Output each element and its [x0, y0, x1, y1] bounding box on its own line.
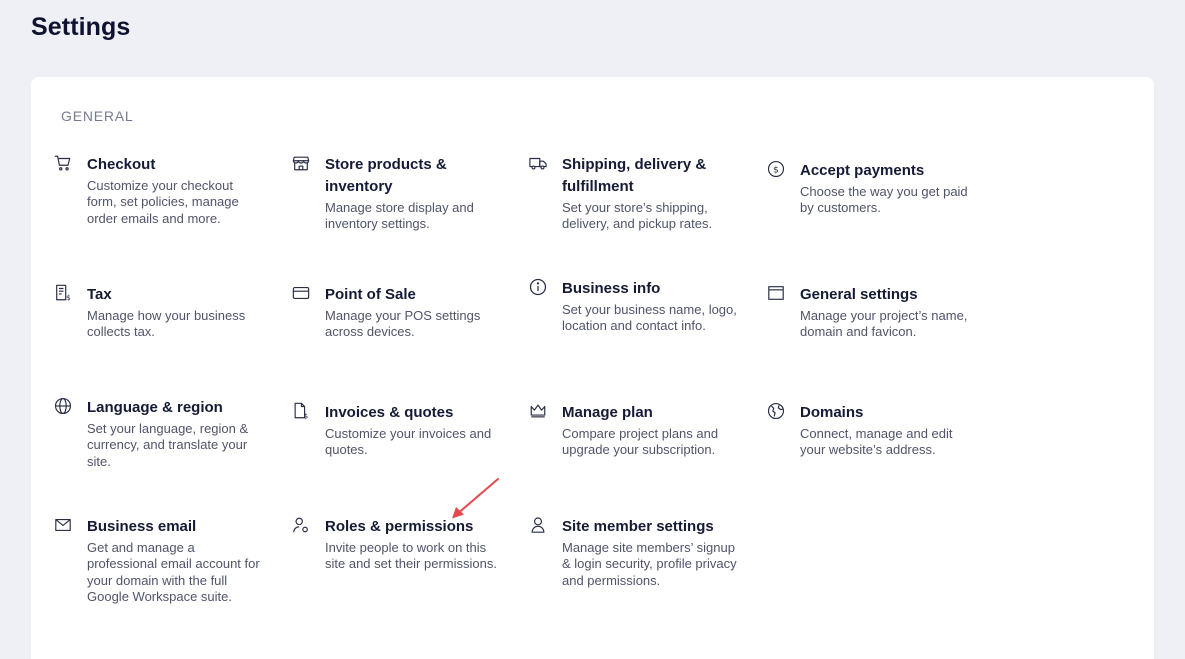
person-icon	[529, 516, 547, 534]
annotation-arrow-icon	[452, 478, 499, 519]
tile-title: Language & region	[87, 399, 223, 416]
tile-title: Invoices & quotes	[325, 404, 454, 421]
page-title: Settings	[31, 13, 131, 41]
info-circle-icon	[529, 278, 547, 296]
domain-globe-icon	[767, 402, 785, 420]
tile-description: Customize your checkout form, set polici…	[87, 178, 239, 226]
browser-window-icon	[767, 284, 785, 302]
tile-description: Connect, manage and edit your website’s …	[800, 426, 953, 458]
invoice-icon: $	[292, 402, 310, 420]
tile-description: Manage your POS settings across devices.	[325, 308, 481, 340]
tile-title: Business info	[562, 280, 661, 297]
svg-text:$: $	[66, 293, 71, 302]
tile-description: Set your store’s shipping, delivery, and…	[562, 200, 713, 232]
tile-title: Point of Sale	[325, 286, 416, 303]
svg-text:$: $	[773, 166, 779, 176]
envelope-icon	[54, 516, 72, 534]
general-settings-card: GENERAL Checkout Customize your checkout…	[31, 77, 1154, 659]
tile-description: Compare project plans and upgrade your s…	[562, 426, 719, 458]
tile-description: Manage site members’ signup & login secu…	[562, 540, 737, 588]
settings-page: Settings GENERAL Checkout Customize your…	[0, 0, 1185, 659]
tile-title: Accept payments	[800, 162, 925, 179]
tile-title: Domains	[800, 404, 864, 421]
tile-title: Checkout	[87, 156, 156, 173]
dollar-circle-icon: $	[767, 160, 785, 178]
cart-icon	[54, 154, 72, 172]
tile-title: Store products & inventory	[325, 156, 447, 195]
tile-description: Get and manage a professional email acco…	[87, 540, 260, 604]
truck-icon	[529, 154, 547, 172]
tile-description: Set your business name, logo, location a…	[562, 302, 737, 334]
tile-title: Business email	[87, 518, 197, 535]
tile-description: Manage store display and inventory setti…	[325, 200, 474, 232]
card-reader-icon	[292, 284, 310, 302]
receipt-tax-icon: $	[54, 284, 72, 302]
crown-icon	[529, 402, 547, 420]
storefront-icon	[292, 154, 310, 172]
tile-description: Manage your project’s name, domain and f…	[800, 308, 968, 340]
tile-title: Site member settings	[562, 518, 714, 535]
tile-description: Choose the way you get paid by customers…	[800, 184, 968, 216]
tile-description: Manage how your business collects tax.	[87, 308, 246, 340]
tile-title: Shipping, delivery & fulfillment	[562, 156, 707, 195]
tile-description: Customize your invoices and quotes.	[325, 426, 492, 458]
globe-icon	[54, 397, 72, 415]
tile-title: Manage plan	[562, 404, 653, 421]
svg-text:$: $	[304, 412, 309, 420]
tile-title: Tax	[87, 286, 112, 303]
section-label: GENERAL	[61, 108, 134, 124]
tile-description: Invite people to work on this site and s…	[325, 540, 497, 572]
tile-title: General settings	[800, 286, 918, 303]
user-gear-icon	[292, 516, 310, 534]
tile-description: Set your language, region & currency, an…	[87, 421, 249, 469]
